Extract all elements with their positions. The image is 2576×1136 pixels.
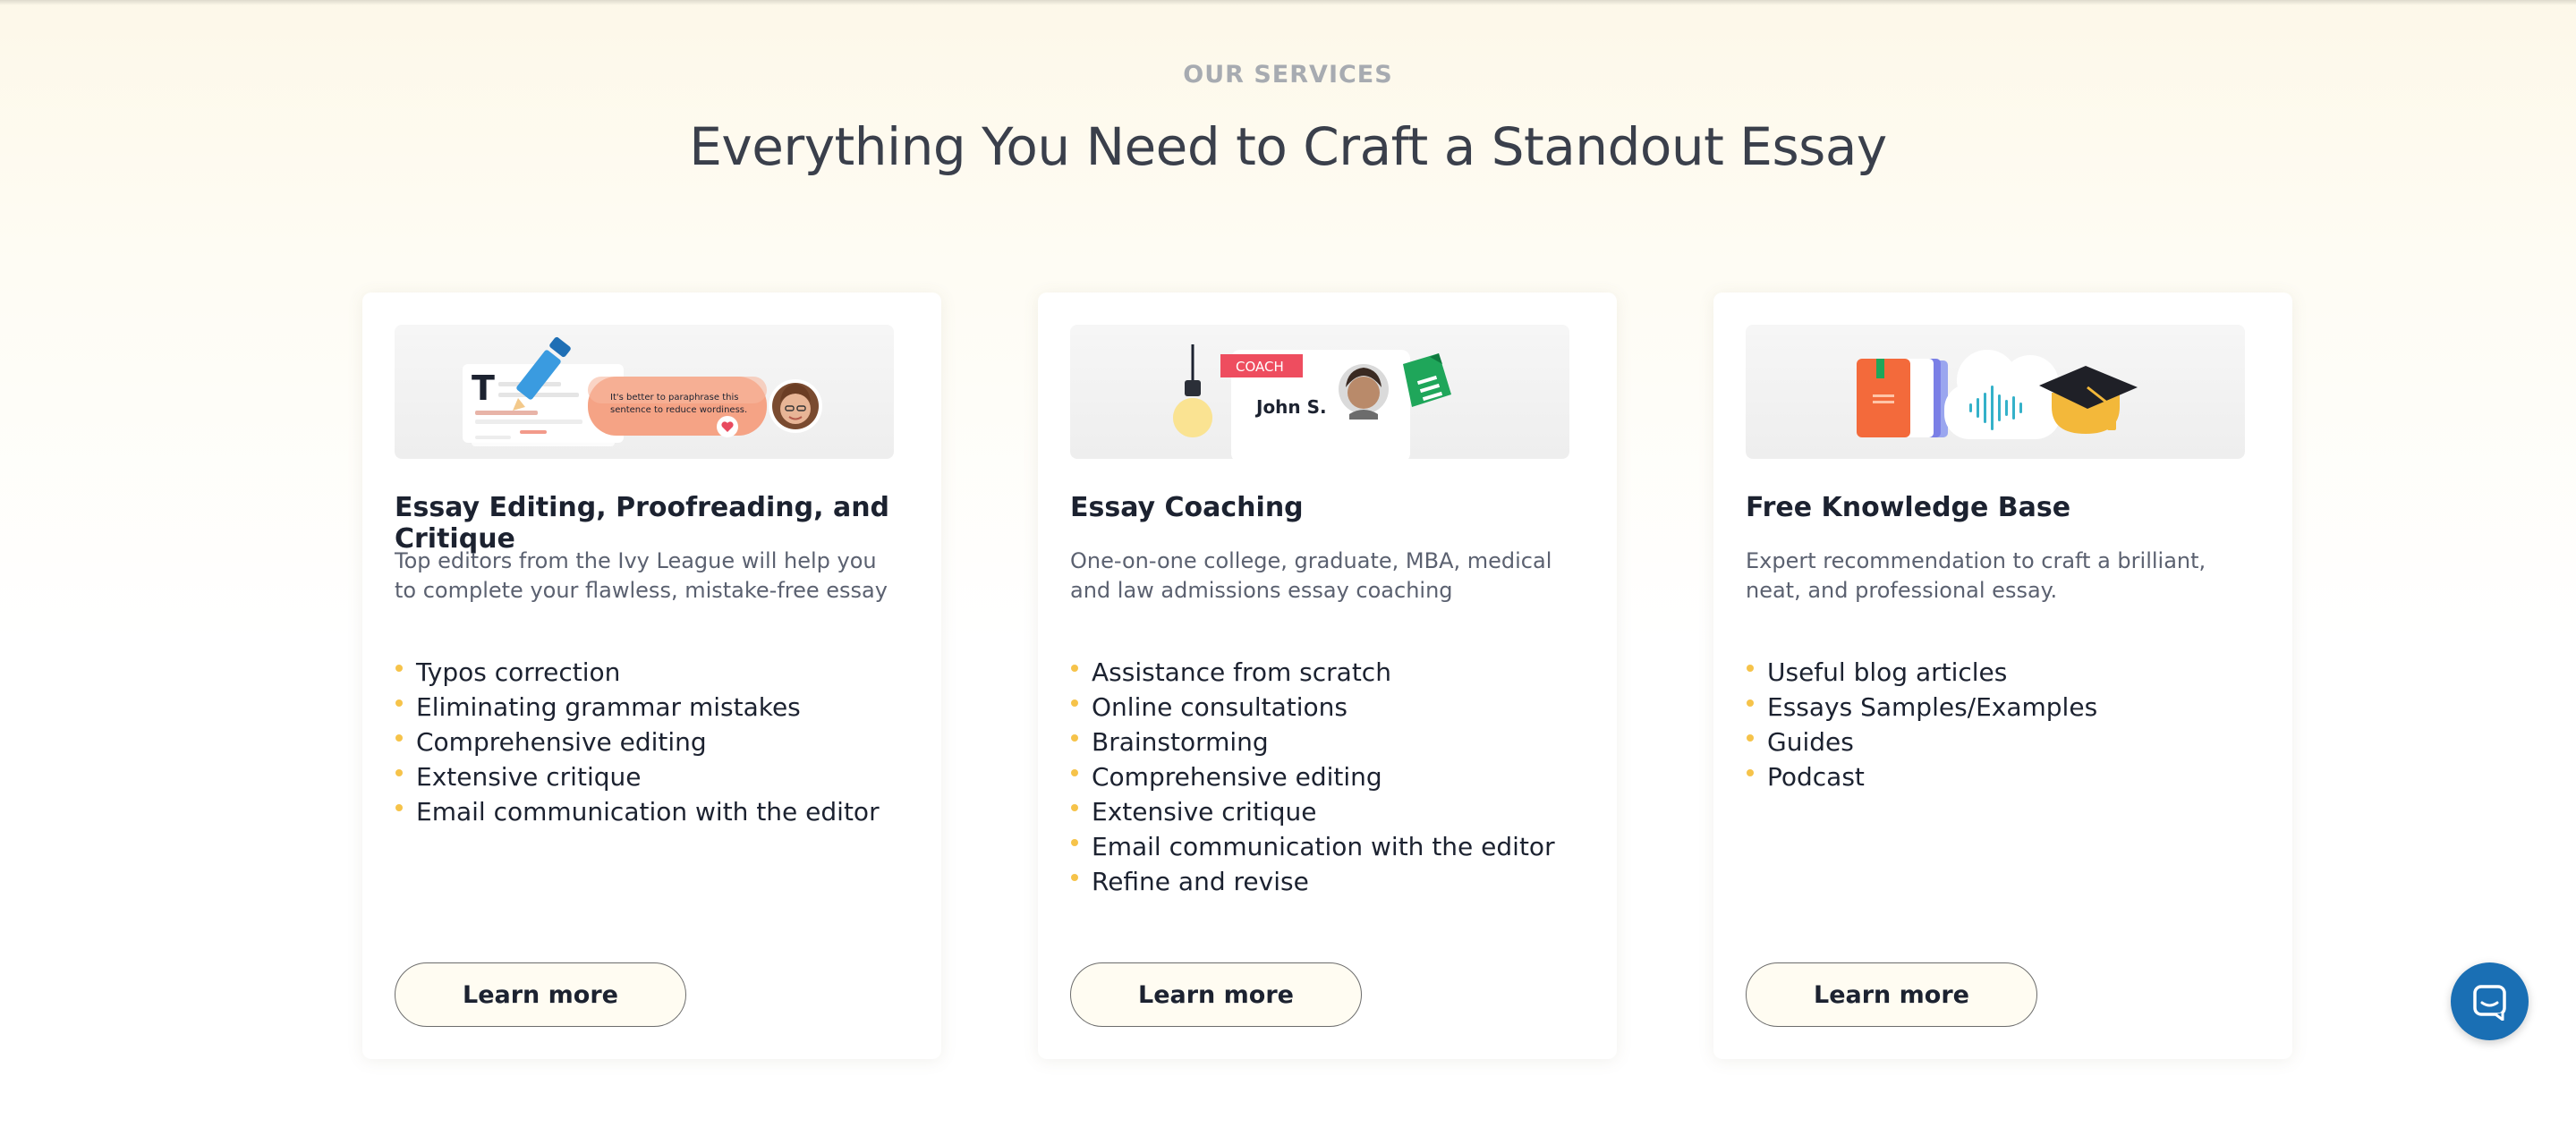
feature-item: Essays Samples/Examples <box>1746 690 2265 725</box>
header-shadow <box>0 0 2576 5</box>
chat-button[interactable] <box>2451 962 2529 1040</box>
feature-item: Podcast <box>1746 759 2265 794</box>
bubble-text-line2: sentence to reduce wordiness. <box>610 405 747 415</box>
document-icon <box>1403 353 1451 407</box>
book-icon <box>1857 359 1948 437</box>
service-card-knowledge-base: Free Knowledge Base Expert recommendatio… <box>1713 292 2292 1059</box>
coaching-illustration-graphic: COACH John S. <box>1173 344 1451 459</box>
coach-name: John S. <box>1254 396 1327 418</box>
doc-letter: T <box>472 369 495 408</box>
audio-wave-icon <box>1944 350 2061 439</box>
chat-icon <box>2473 985 2506 1021</box>
feature-item: Extensive critique <box>1070 794 1589 829</box>
feature-item: Refine and revise <box>1070 864 1589 899</box>
service-card-editing: T It's better to paraphrase this sentenc… <box>362 292 941 1059</box>
feature-item: Comprehensive editing <box>1070 759 1589 794</box>
feature-item: Online consultations <box>1070 690 1589 725</box>
card-title: Essay Coaching <box>1070 492 1304 523</box>
editor-avatar <box>769 379 822 433</box>
feature-item: Brainstorming <box>1070 725 1589 759</box>
card-description: Top editors from the Ivy League will hel… <box>395 548 888 603</box>
learn-more-button[interactable]: Learn more <box>1746 962 2037 1027</box>
feature-list: Useful blog articles Essays Samples/Exam… <box>1746 655 2265 794</box>
feature-item: Guides <box>1746 725 2265 759</box>
coach-tag-label: COACH <box>1236 359 1284 375</box>
feature-item: Useful blog articles <box>1746 655 2265 690</box>
bubble-text-line1: It's better to paraphrase this <box>610 393 738 403</box>
card-description: One-on-one college, graduate, MBA, medic… <box>1070 548 1552 603</box>
card-description: Expert recommendation to craft a brillia… <box>1746 548 2206 603</box>
feature-item: Email communication with the editor <box>1070 829 1589 864</box>
section-eyebrow: OUR SERVICES <box>1183 61 1393 89</box>
coaching-illustration: COACH John S. <box>1070 325 1569 459</box>
feature-item: Typos correction <box>395 655 914 690</box>
section-title: Everything You Need to Craft a Standout … <box>689 116 1887 177</box>
card-title: Essay Editing, Proofreading, and Critiqu… <box>395 492 890 555</box>
feature-list: Assistance from scratch Online consultat… <box>1070 655 1589 899</box>
feature-item: Extensive critique <box>395 759 914 794</box>
card-title: Free Knowledge Base <box>1746 492 2071 523</box>
knowledge-illustration-graphic <box>1857 350 2138 439</box>
knowledge-illustration <box>1746 325 2245 459</box>
learn-more-button[interactable]: Learn more <box>395 962 686 1027</box>
feature-item: Assistance from scratch <box>1070 655 1589 690</box>
service-card-coaching: COACH John S. Essay Coaching One-on-one … <box>1038 292 1617 1059</box>
feature-item: Email communication with the editor <box>395 794 914 829</box>
feature-list: Typos correction Eliminating grammar mis… <box>395 655 914 829</box>
feature-item: Eliminating grammar mistakes <box>395 690 914 725</box>
lightbulb-icon <box>1173 344 1212 437</box>
editing-illustration: T It's better to paraphrase this sentenc… <box>395 325 894 459</box>
feature-item: Comprehensive editing <box>395 725 914 759</box>
editing-illustration-graphic: T It's better to paraphrase this sentenc… <box>463 336 822 446</box>
learn-more-button[interactable]: Learn more <box>1070 962 1362 1027</box>
